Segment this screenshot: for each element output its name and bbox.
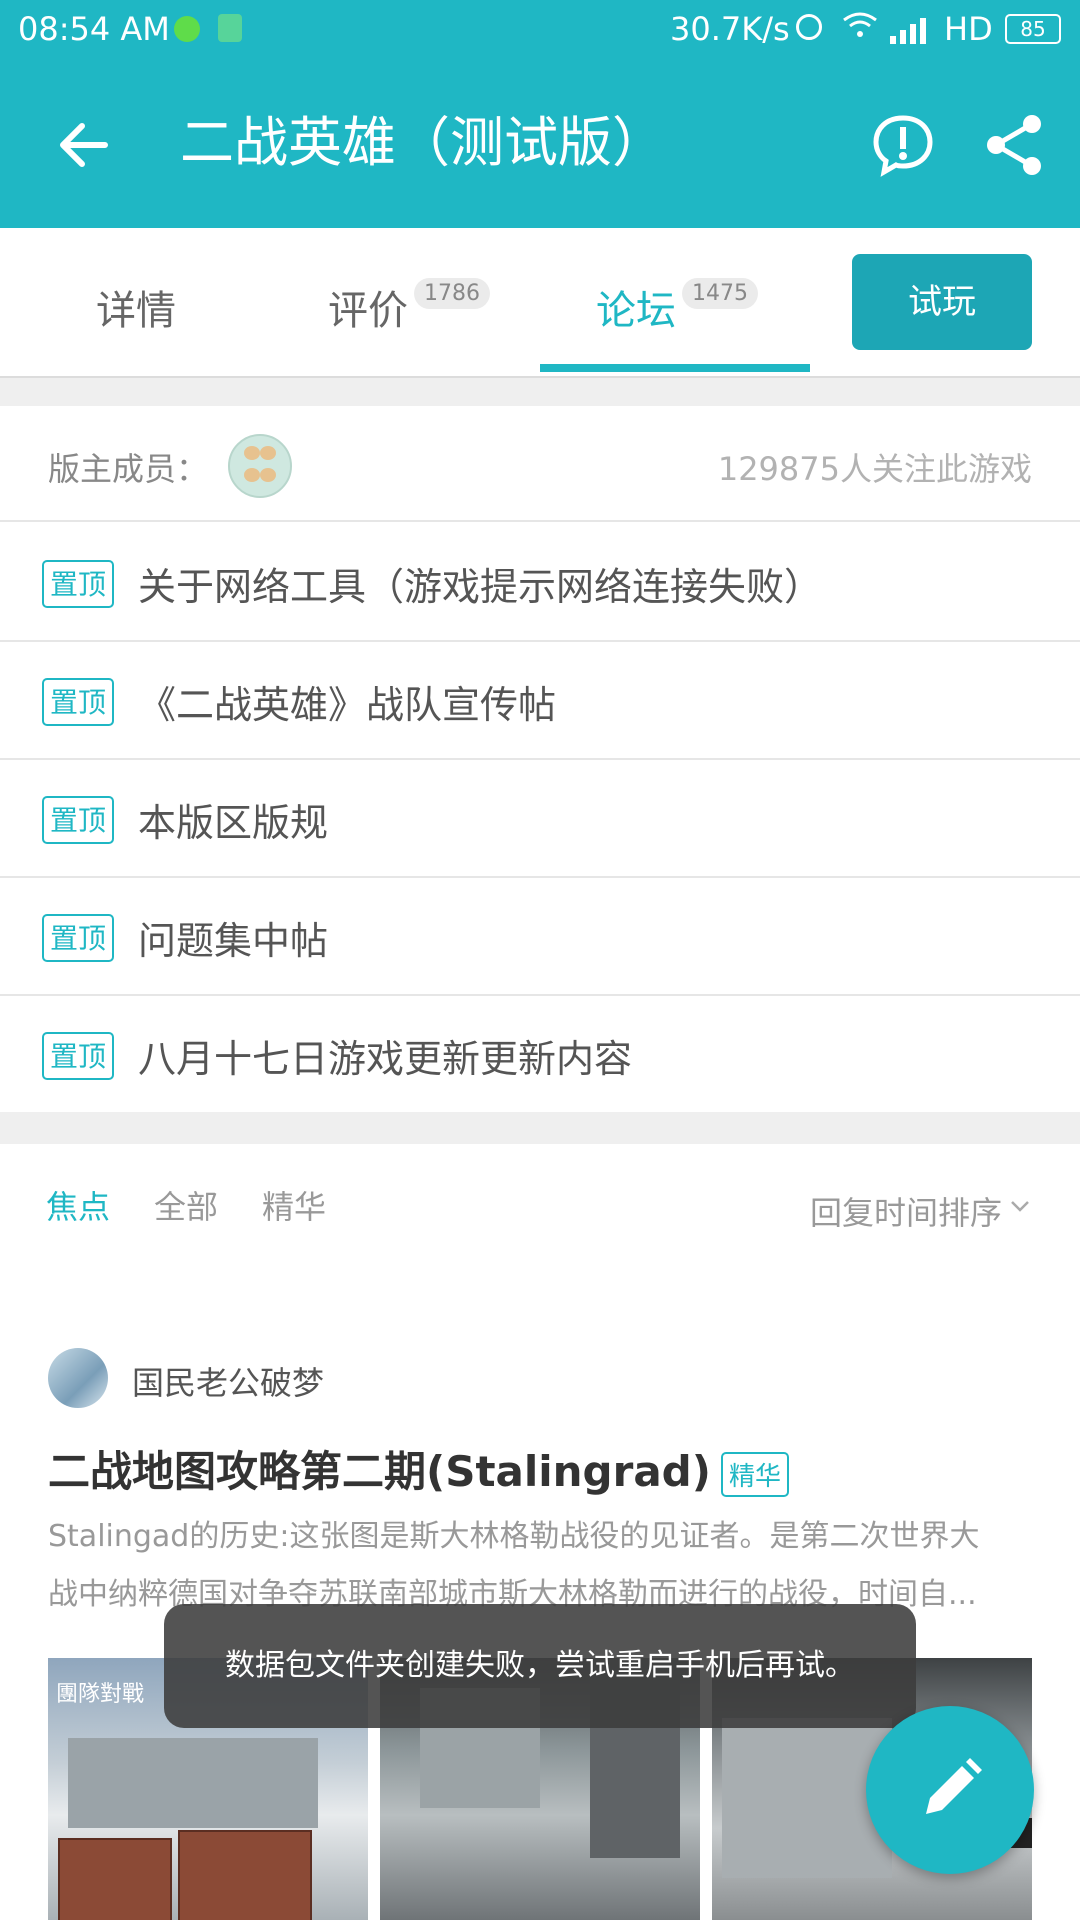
notification-app-icon (174, 16, 200, 42)
pinned-post[interactable]: 置顶 问题集中帖 (0, 876, 1080, 996)
compose-post-button[interactable] (866, 1706, 1034, 1874)
pinned-title: 问题集中帖 (138, 919, 329, 963)
filter-focus[interactable]: 焦点 (46, 1182, 110, 1228)
excerpt-line: Stalingad的历史:这张图是斯大林格勒战役的见证者。是第二次世界大 (48, 1519, 980, 1554)
tab-badge: 1786 (414, 278, 490, 309)
active-tab-indicator (540, 364, 810, 372)
app-bar: 二战英雄（测试版） (0, 62, 1080, 228)
tab-reviews[interactable]: 评价 1786 (270, 228, 540, 376)
tab-badge: 1475 (682, 278, 758, 309)
section-divider (0, 378, 1080, 406)
chevron-down-icon[interactable] (1008, 1194, 1032, 1218)
moderators-label: 版主成员： (48, 450, 209, 488)
notification-android-icon (218, 14, 242, 42)
pinned-badge: 置顶 (42, 560, 114, 608)
author-avatar[interactable] (48, 1348, 108, 1408)
pinned-title: 《二战英雄》战队宣传帖 (138, 683, 557, 727)
section-divider (0, 1112, 1080, 1144)
exclamation-circle-icon[interactable] (868, 110, 938, 180)
post-title[interactable]: 二战地图攻略第二期(Stalingrad) 精华 (48, 1438, 789, 1499)
filter-all[interactable]: 全部 (154, 1182, 218, 1228)
pinned-badge: 置顶 (42, 796, 114, 844)
try-play-button[interactable]: 试玩 (852, 254, 1032, 350)
moderators-row: 版主成员： 129875人关注此游戏 (0, 406, 1080, 522)
followers-count: 129875人关注此游戏 (717, 450, 1032, 488)
pinned-post[interactable]: 置顶 八月十七日游戏更新更新内容 (0, 994, 1080, 1114)
filter-essence[interactable]: 精华 (262, 1182, 326, 1228)
tab-label: 评价 (328, 288, 408, 334)
battery-icon: 85 (1005, 14, 1061, 44)
post-title-text: 二战地图攻略第二期(Stalingrad) (48, 1447, 711, 1496)
pencil-icon (926, 1758, 982, 1814)
tab-forum[interactable]: 论坛 1475 (540, 228, 810, 376)
arrow-left-icon[interactable] (50, 110, 120, 180)
moderator-avatar[interactable] (228, 434, 292, 498)
tab-label: 论坛 (596, 288, 676, 334)
pinned-post[interactable]: 置顶 《二战英雄》战队宣传帖 (0, 640, 1080, 760)
pinned-post[interactable]: 置顶 本版区版规 (0, 758, 1080, 878)
tab-details[interactable]: 详情 (0, 228, 270, 376)
essence-badge: 精华 (720, 1452, 789, 1497)
sort-dropdown[interactable]: 回复时间排序 (810, 1188, 1002, 1234)
network-type: HD (944, 10, 993, 48)
toast-message: 数据包文件夹创建失败，尝试重启手机后再试。 (164, 1604, 916, 1728)
wifi-icon (842, 10, 878, 48)
page-title: 二战英雄（测试版） (180, 111, 666, 174)
pinned-badge: 置顶 (42, 914, 114, 962)
status-time: 08:54 AM (18, 10, 170, 48)
alarm-icon (796, 14, 822, 40)
pinned-title: 八月十七日游戏更新更新内容 (138, 1037, 633, 1081)
status-net-speed: 30.7K/s (670, 10, 790, 48)
share-icon[interactable] (980, 110, 1050, 180)
tab-bar: 详情 评价 1786 论坛 1475 试玩 (0, 228, 1080, 378)
post-author[interactable]: 国民老公破梦 (132, 1358, 324, 1404)
tab-label: 详情 (96, 288, 176, 334)
image-caption: 團隊對戰 (56, 1682, 145, 1707)
pinned-badge: 置顶 (42, 678, 114, 726)
pinned-post[interactable]: 置顶 关于网络工具（游戏提示网络连接失败） (0, 522, 1080, 642)
signal-icon (890, 14, 930, 44)
filter-bar: 焦点 全部 精华 回复时间排序 (0, 1144, 1080, 1264)
pinned-title: 本版区版规 (138, 801, 329, 845)
pinned-badge: 置顶 (42, 1032, 114, 1080)
status-bar: 08:54 AM 30.7K/s HD 85 (0, 0, 1080, 62)
pinned-title: 关于网络工具（游戏提示网络连接失败） (138, 565, 823, 609)
